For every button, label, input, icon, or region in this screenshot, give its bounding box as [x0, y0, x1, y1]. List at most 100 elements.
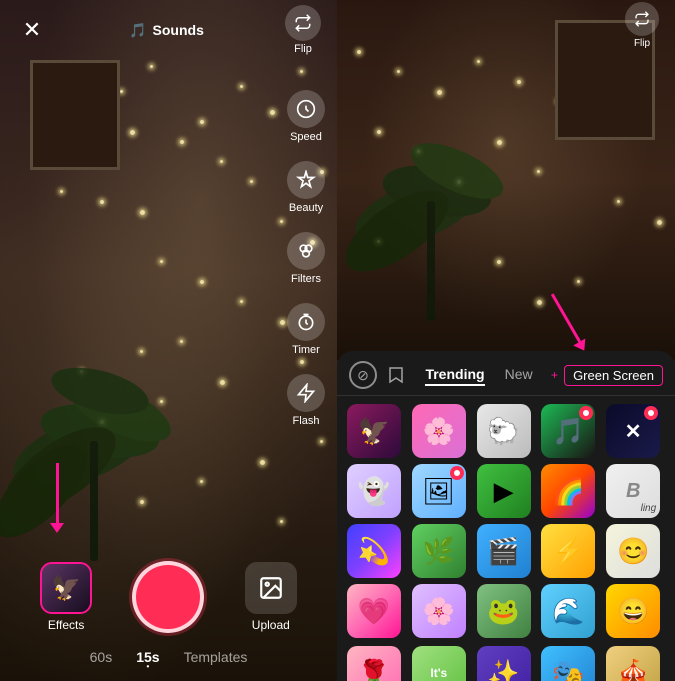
effect-emoji-10: B	[626, 480, 640, 503]
no-effect-button[interactable]: ⊘	[349, 361, 377, 389]
flip-button-left[interactable]: Flip	[285, 5, 321, 55]
effect-emoji-24: 🎭	[552, 658, 584, 681]
effect-emoji-17: 🌸	[423, 596, 455, 627]
effect-item-5[interactable]: ✕	[606, 404, 660, 458]
green-screen-label: Green Screen	[564, 365, 663, 386]
beauty-button[interactable]: Beauty	[287, 161, 325, 214]
effect-item-3[interactable]: 🐑	[477, 404, 531, 458]
effect-emoji-12: 🌿	[423, 536, 455, 567]
effect-emoji-5: ✕	[625, 419, 642, 444]
timer-button[interactable]: Timer	[287, 303, 325, 356]
speed-icon	[287, 90, 325, 128]
effect-emoji-15: 😊	[617, 536, 649, 567]
effect-item-25[interactable]: 🎪	[606, 646, 660, 681]
effect-item-14[interactable]: ⚡	[541, 524, 595, 578]
flip-icon-right	[625, 2, 659, 36]
effect-item-6[interactable]: 👻	[347, 464, 401, 518]
effects-icon-box: 🦅	[40, 562, 92, 614]
duration-60s[interactable]: 60s	[90, 649, 113, 669]
effect-item-22[interactable]: It's	[412, 646, 466, 681]
effect-badge-5	[644, 406, 658, 420]
right-camera-panel: Flip ⊘ Trending New + Green Screen	[337, 0, 675, 681]
filters-label: Filters	[291, 273, 321, 285]
green-screen-tab[interactable]: + Green Screen	[551, 365, 663, 386]
flip-icon-left	[285, 5, 321, 41]
tab-trending[interactable]: Trending	[425, 364, 484, 386]
effect-item-8[interactable]: ▶	[477, 464, 531, 518]
flash-button[interactable]: Flash	[287, 374, 325, 427]
beauty-label: Beauty	[289, 202, 323, 214]
effect-item-2[interactable]: 🌸	[412, 404, 466, 458]
duration-templates[interactable]: Templates	[184, 649, 248, 669]
flip-label-left: Flip	[294, 43, 312, 55]
effects-panel: ⊘ Trending New + Green Screen 🦅 🌸	[337, 351, 675, 681]
sounds-label: Sounds	[153, 22, 204, 38]
timer-icon	[287, 303, 325, 341]
close-button[interactable]: ✕	[16, 14, 48, 46]
capture-row: 🦅 Effects Upload	[0, 551, 337, 641]
effect-emoji-13: 🎬	[487, 536, 519, 567]
effect-item-24[interactable]: 🎭	[541, 646, 595, 681]
music-icon: 🎵	[129, 22, 146, 39]
effect-item-13[interactable]: 🎬	[477, 524, 531, 578]
effect-item-9[interactable]: 🌈	[541, 464, 595, 518]
effects-grid: 🦅 🌸 🐑 🎵 ✕ 👻 🖼	[337, 396, 675, 646]
speed-label: Speed	[290, 131, 322, 143]
green-screen-icon: +	[551, 368, 558, 382]
wall-frame-left	[30, 60, 120, 170]
effects-tabs: Trending New	[415, 364, 543, 386]
upload-button[interactable]: Upload	[245, 562, 297, 632]
effect-emoji-1: 🦅	[358, 416, 390, 447]
effect-emoji-20: 😄	[617, 596, 649, 627]
flip-button-right[interactable]: Flip	[625, 2, 659, 49]
effects-header: ⊘ Trending New + Green Screen	[337, 351, 675, 396]
effect-emoji-2: 🌸	[423, 416, 455, 447]
side-toolbar: Speed Beauty Filters	[287, 90, 325, 427]
effect-item-12[interactable]: 🌿	[412, 524, 466, 578]
effect-emoji-19: 🌊	[552, 596, 584, 627]
speed-button[interactable]: Speed	[287, 90, 325, 143]
upload-label: Upload	[252, 618, 290, 632]
effect-item-15[interactable]: 😊	[606, 524, 660, 578]
effect-emoji-3: 🐑	[487, 416, 519, 447]
effect-item-23[interactable]: ✨	[477, 646, 531, 681]
effect-emoji-4: 🎵	[552, 416, 584, 447]
effects-grid-row3: 🌹 It's ✨ 🎭 🎪	[337, 646, 675, 681]
effect-emoji-6: 👻	[358, 476, 390, 507]
effect-item-20[interactable]: 😄	[606, 584, 660, 638]
effect-item-7[interactable]: 🖼	[412, 464, 466, 518]
sounds-button[interactable]: 🎵 Sounds	[129, 22, 204, 39]
duration-15s[interactable]: 15s	[136, 649, 159, 669]
flip-label-right: Flip	[634, 38, 650, 49]
effect-item-11[interactable]: 💫	[347, 524, 401, 578]
effect-emoji-21: 🌹	[358, 658, 390, 681]
effect-item-17[interactable]: 🌸	[412, 584, 466, 638]
tab-new[interactable]: New	[505, 364, 533, 386]
effect-emoji-23: ✨	[487, 658, 519, 681]
bottom-controls: 🦅 Effects Upload 60s 15s Templates	[0, 551, 337, 681]
top-bar-left: ✕ 🎵 Sounds Flip	[0, 0, 337, 60]
flash-icon	[287, 374, 325, 412]
bookmark-button[interactable]	[385, 364, 407, 386]
effect-item-16[interactable]: 💗	[347, 584, 401, 638]
effect-emoji-9: 🌈	[552, 476, 584, 507]
flash-label: Flash	[293, 415, 320, 427]
filters-button[interactable]: Filters	[287, 232, 325, 285]
filters-icon	[287, 232, 325, 270]
left-camera-panel: ✕ 🎵 Sounds Flip Speed	[0, 0, 337, 681]
duration-tabs: 60s 15s Templates	[0, 641, 337, 681]
effect-item-19[interactable]: 🌊	[541, 584, 595, 638]
effect-item-10[interactable]: B ling	[606, 464, 660, 518]
capture-button[interactable]	[132, 561, 204, 633]
effect-badge-7	[450, 466, 464, 480]
effect-item-21[interactable]: 🌹	[347, 646, 401, 681]
beauty-icon	[287, 161, 325, 199]
effects-button[interactable]: 🦅 Effects	[40, 562, 92, 632]
effect-item-18[interactable]: 🐸	[477, 584, 531, 638]
effect-item-4[interactable]: 🎵	[541, 404, 595, 458]
top-bar-right: Flip	[337, 0, 675, 50]
effect-item-1[interactable]: 🦅	[347, 404, 401, 458]
timer-label: Timer	[292, 344, 320, 356]
effect-emoji-11: 💫	[358, 536, 390, 567]
effect-emoji-22: It's	[430, 666, 447, 680]
